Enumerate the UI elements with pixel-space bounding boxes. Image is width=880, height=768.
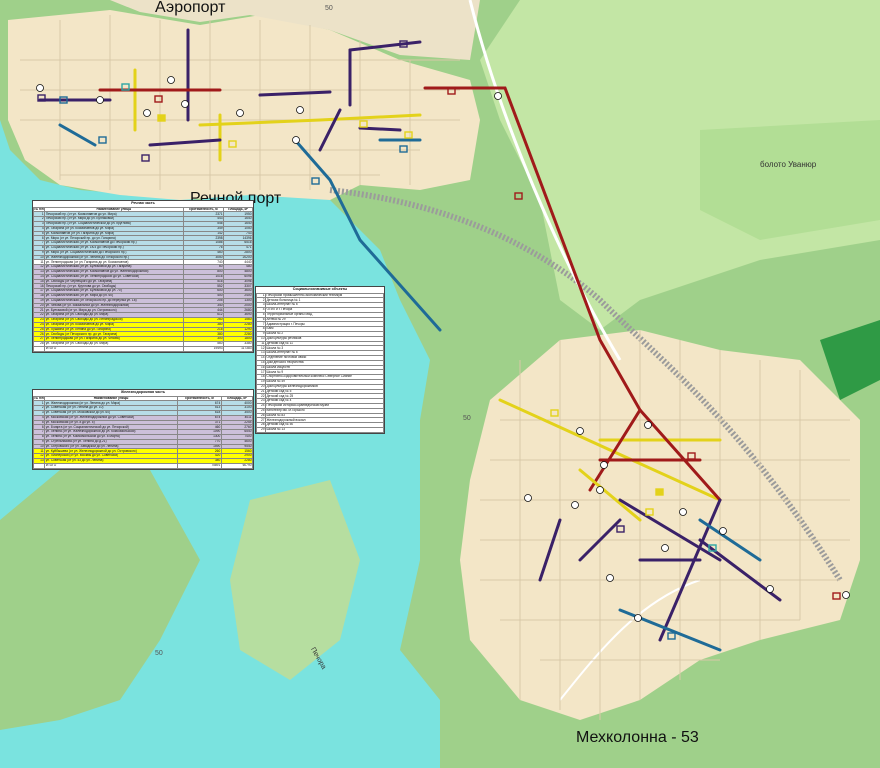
social-table-grid: 1 Печорский промышленно-экономический тех… <box>256 292 384 433</box>
rail-total-area: 60790 <box>220 462 254 469</box>
rail-table-body: 1 ул. Железнодорожная (от ул. Ленина до у… <box>32 400 254 464</box>
rail-table-grid: № п/п Наименование улицы Протяженность, … <box>32 395 254 469</box>
contour-label-mid: 50 <box>463 415 471 422</box>
label-boloto: болото Уванюр <box>760 160 817 169</box>
social-table-body: 1 Печорский промышленно-экономический тех… <box>256 292 384 433</box>
label-aeroport: Аэропорт <box>155 0 226 16</box>
object-number: 29 <box>256 426 266 433</box>
railway-part-table: Железнодорожная часть № п/п Наименование… <box>32 389 254 470</box>
table-row: 29 Школа № 13 <box>256 426 384 433</box>
river-total-label: ИТОГО <box>44 345 184 352</box>
river-total-area: 117383 <box>223 345 253 352</box>
river-total-empty <box>32 345 46 352</box>
contour-label-sw: 50 <box>155 650 163 657</box>
object-name: Школа № 13 <box>265 426 384 433</box>
social-objects-table: Социальнозначимые объекты 1 Печорский про… <box>255 286 385 434</box>
river-table-body: 1 Печорский пр. (от ул. Космонавтов до ул… <box>32 211 253 347</box>
label-mekhkolonna: Мехколонна - 53 <box>576 729 699 746</box>
city-map: 50 50 50 <box>0 0 880 768</box>
contour-label-north: 50 <box>325 5 333 12</box>
rail-total-label: ИТОГО <box>44 462 178 469</box>
river-total-length: 19493 <box>182 345 225 352</box>
rail-total-empty <box>32 462 46 469</box>
river-part-table: Речная часть № п/п Наименование улицы Пр… <box>32 200 254 353</box>
swamp-area <box>700 120 880 240</box>
rail-total-length: 75891 <box>176 462 222 469</box>
river-table-grid: № п/п Наименование улицы Протяженность, … <box>32 206 253 352</box>
